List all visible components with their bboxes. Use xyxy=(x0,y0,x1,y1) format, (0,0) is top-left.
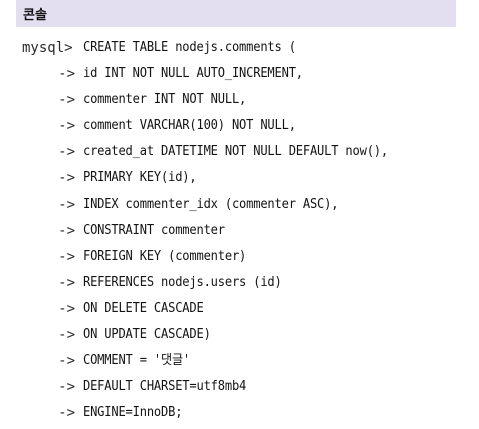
console-line: -> PRIMARY KEY(id), xyxy=(22,165,462,191)
continuation-prompt: -> xyxy=(58,196,75,213)
sql-code: created_at DATETIME NOT NULL DEFAULT now… xyxy=(83,144,388,160)
sql-code: ON UPDATE CASCADE) xyxy=(83,327,211,343)
continuation-prompt: -> xyxy=(58,118,75,135)
sql-code: FOREIGN KEY (commenter) xyxy=(83,248,247,264)
console-line: -> COMMENT = '댓글' xyxy=(22,348,462,374)
sql-code: REFERENCES nodejs.users (id) xyxy=(83,274,282,290)
continuation-prompt: -> xyxy=(58,353,75,370)
continuation-prompt: -> xyxy=(58,405,75,422)
continuation-prompt: -> xyxy=(58,170,75,187)
console-line: -> ON DELETE CASCADE xyxy=(22,296,462,322)
sql-code: PRIMARY KEY(id), xyxy=(83,170,197,186)
continuation-prompt: -> xyxy=(58,248,75,265)
sql-code: commenter INT NOT NULL, xyxy=(83,92,247,108)
continuation-prompt: -> xyxy=(58,66,75,83)
console-output: mysql> CREATE TABLE nodejs.comments ( ->… xyxy=(22,35,462,426)
console-title: 콘솔 xyxy=(23,8,47,23)
console-line: -> comment VARCHAR(100) NOT NULL, xyxy=(22,113,462,139)
console-line: -> INDEX commenter_idx (commenter ASC), xyxy=(22,192,462,218)
sql-code: DEFAULT CHARSET=utf8mb4 xyxy=(83,379,247,395)
continuation-prompt: -> xyxy=(58,222,75,239)
continuation-prompt: -> xyxy=(58,274,75,291)
sql-code: CREATE TABLE nodejs.comments ( xyxy=(83,40,296,55)
console-line: -> ON UPDATE CASCADE) xyxy=(22,322,462,348)
console-line: -> created_at DATETIME NOT NULL DEFAULT … xyxy=(22,139,462,165)
sql-code: comment VARCHAR(100) NOT NULL, xyxy=(83,118,296,134)
console-line: -> FOREIGN KEY (commenter) xyxy=(22,244,462,270)
console-line: -> REFERENCES nodejs.users (id) xyxy=(22,270,462,296)
sql-code: CONSTRAINT commenter xyxy=(83,222,225,238)
console-line: -> id INT NOT NULL AUTO_INCREMENT, xyxy=(22,61,462,87)
sql-code: INDEX commenter_idx (commenter ASC), xyxy=(83,196,339,212)
continuation-prompt: -> xyxy=(58,92,75,109)
console-header: 콘솔 xyxy=(16,0,456,27)
continuation-prompt: -> xyxy=(58,327,75,344)
mysql-prompt: mysql> xyxy=(22,40,73,56)
console-line: -> DEFAULT CHARSET=utf8mb4 xyxy=(22,374,462,400)
continuation-prompt: -> xyxy=(58,379,75,396)
continuation-prompt: -> xyxy=(58,300,75,317)
console-line: mysql> CREATE TABLE nodejs.comments ( xyxy=(22,35,462,61)
console-line: -> CONSTRAINT commenter xyxy=(22,218,462,244)
console-line: -> commenter INT NOT NULL, xyxy=(22,87,462,113)
continuation-prompt: -> xyxy=(58,144,75,161)
sql-code: id INT NOT NULL AUTO_INCREMENT, xyxy=(83,66,303,82)
sql-code: ENGINE=InnoDB; xyxy=(83,405,183,421)
sql-code: COMMENT = '댓글' xyxy=(83,353,190,369)
console-line: -> ENGINE=InnoDB; xyxy=(22,400,462,426)
sql-code: ON DELETE CASCADE xyxy=(83,300,204,316)
